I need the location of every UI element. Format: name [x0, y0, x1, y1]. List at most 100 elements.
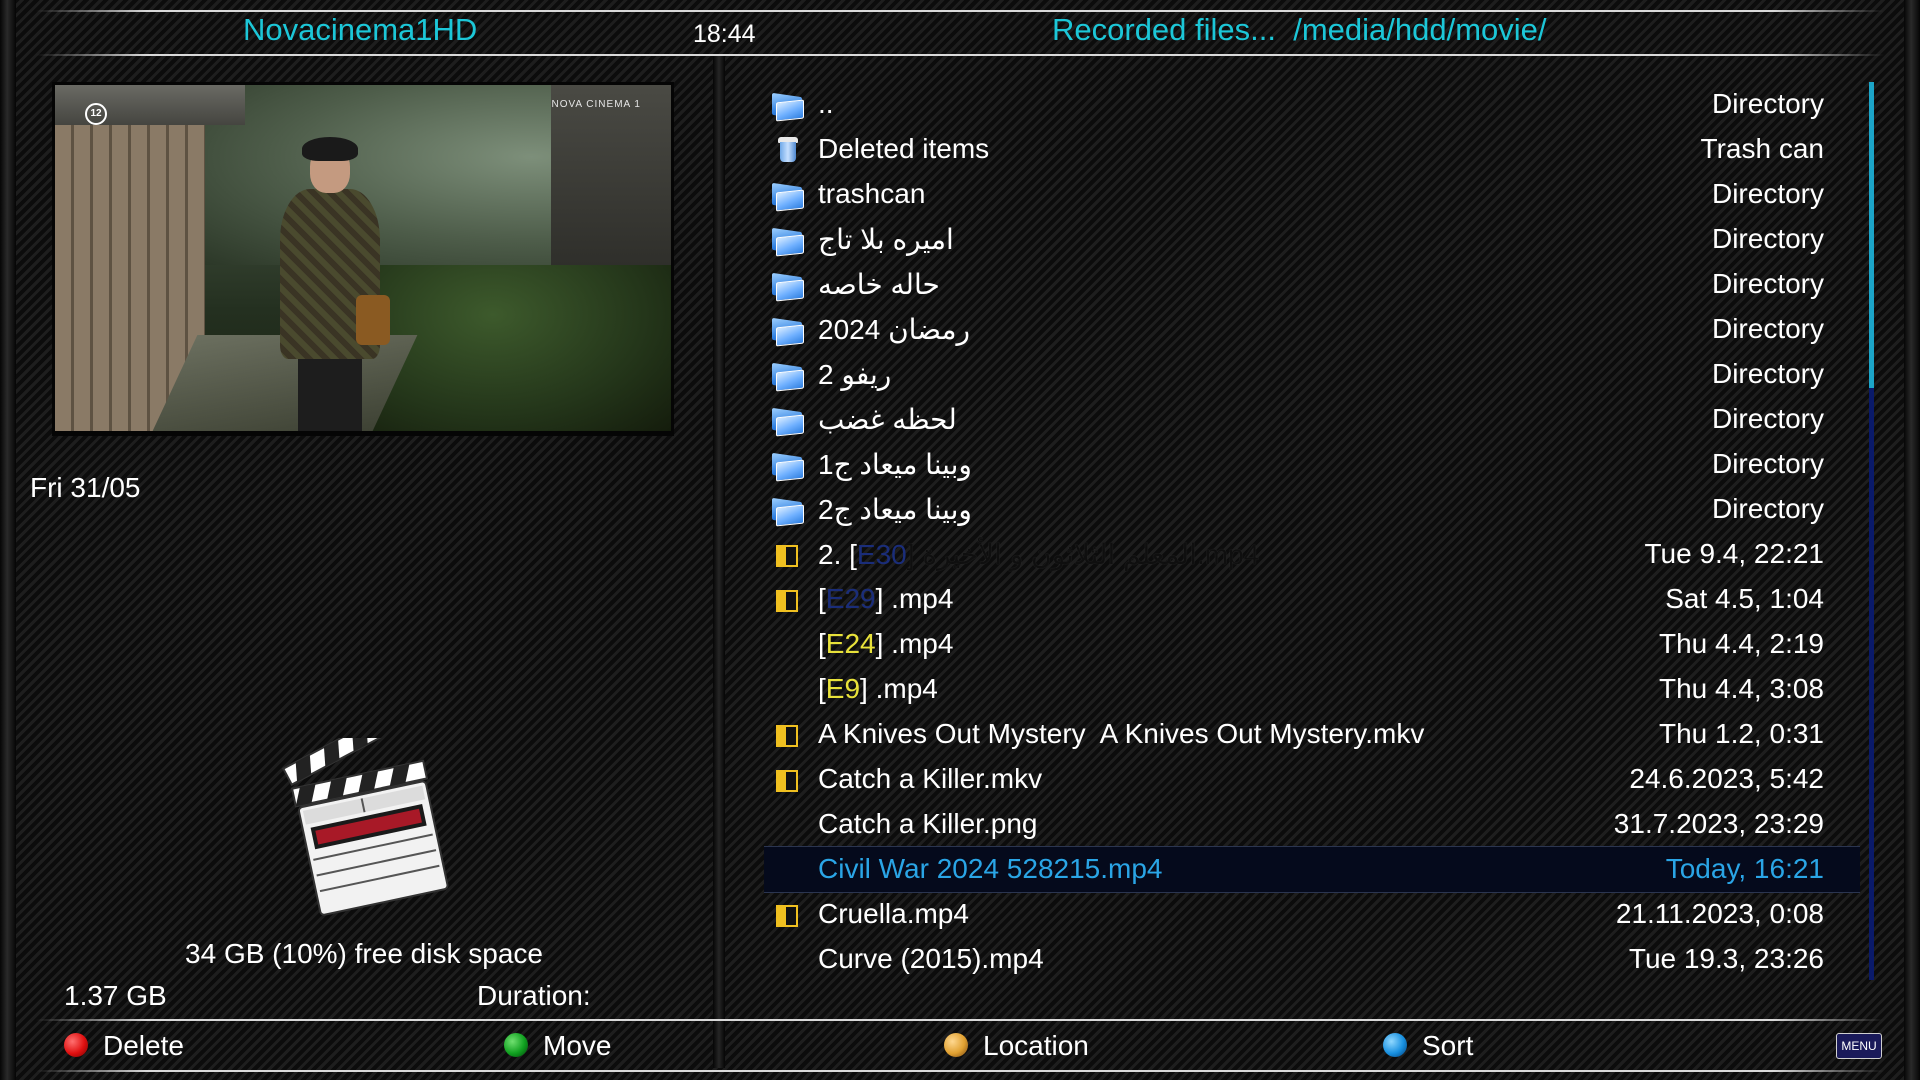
item-info: Thu 1.2, 0:31	[1658, 718, 1824, 749]
channel-logo: NOVA CINEMA 1	[551, 99, 641, 110]
episode-tag: E24	[825, 628, 876, 659]
item-info: Tue 19.3, 23:26	[1628, 943, 1824, 974]
list-item[interactable]: رمضان 2024 Directory	[764, 307, 1860, 352]
item-info: 31.7.2023, 23:29	[1613, 808, 1824, 839]
movie-browser-screen: Novacinema1HD 18:44 Recorded files... /m…	[0, 0, 1920, 1080]
item-name: trashcan	[818, 178, 926, 209]
item-name: Civil War 2024 528215.mp4	[818, 853, 1163, 884]
green-key-icon	[504, 1033, 528, 1057]
partially-watched-icon	[772, 901, 804, 929]
header-bottom-line	[36, 54, 1884, 56]
item-info: Directory	[1711, 493, 1824, 524]
item-name: لحظه غضب	[818, 404, 957, 435]
partially-watched-icon	[772, 766, 804, 794]
trash-icon	[772, 136, 804, 164]
footer-top-line	[36, 1019, 1884, 1021]
item-name: Deleted items	[818, 133, 990, 164]
list-item[interactable]: .. Directory	[764, 82, 1860, 127]
list-item[interactable]: حاله خاصه Directory	[764, 262, 1860, 307]
item-info: Tue 9.4, 22:21	[1644, 538, 1824, 569]
list-item[interactable]: ريفو 2 Directory	[764, 352, 1860, 397]
item-name: ..	[818, 88, 834, 119]
age-rating-badge: 12	[85, 103, 107, 125]
folder-icon	[772, 406, 804, 437]
list-item[interactable]: Catch a Killer.mkv 24.6.2023, 5:42	[764, 757, 1860, 802]
list-item[interactable]: Cruella.mp4 21.11.2023, 0:08	[764, 892, 1860, 937]
preview-person	[270, 137, 390, 431]
clapperboard-icon	[281, 738, 449, 916]
item-name: وبينا ميعاد ج2	[818, 494, 972, 525]
folder-icon	[772, 496, 804, 527]
red-key-icon	[64, 1033, 88, 1057]
item-name: وبينا ميعاد ج1	[818, 449, 972, 480]
folder-icon	[772, 226, 804, 257]
item-info: Trash can	[1700, 133, 1824, 164]
item-name: اميره بلا تاج	[818, 224, 954, 255]
yellow-key-icon	[944, 1033, 968, 1057]
item-name: ريفو 2	[818, 359, 892, 390]
list-item[interactable]: 2. [E30] المعلم الثلاثون و الأخيرة.mp4 T…	[764, 532, 1860, 577]
channel-name: Novacinema1HD	[243, 12, 478, 47]
list-item[interactable]: trashcan Directory	[764, 172, 1860, 217]
left-edge	[0, 0, 16, 1080]
list-item[interactable]: [E9] .mp4 Thu 4.4, 3:08	[764, 667, 1860, 712]
duration-label: Duration:	[477, 980, 591, 1011]
partially-watched-icon	[772, 586, 804, 614]
item-info: Today, 16:21	[1665, 853, 1824, 884]
list-item[interactable]: [E24] .mp4 Thu 4.4, 2:19	[764, 622, 1860, 667]
item-info: Directory	[1711, 88, 1824, 119]
current-date: Fri 31/05	[30, 472, 141, 503]
folder-icon	[772, 271, 804, 302]
list-item[interactable]: اميره بلا تاج Directory	[764, 217, 1860, 262]
list-item[interactable]: لحظه غضب Directory	[764, 397, 1860, 442]
item-name: [E29] .mp4	[818, 583, 954, 614]
item-info: Sat 4.5, 1:04	[1665, 583, 1824, 614]
item-info: 24.6.2023, 5:42	[1629, 763, 1824, 794]
partially-watched-icon	[772, 721, 804, 749]
item-name: [E24] .mp4	[818, 628, 954, 659]
scrollbar-thumb[interactable]	[1869, 82, 1874, 388]
list-item[interactable]: وبينا ميعاد ج1 Directory	[764, 442, 1860, 487]
file-size: 1.37 GB	[64, 980, 167, 1011]
list-item[interactable]: وبينا ميعاد ج2 Directory	[764, 487, 1860, 532]
menu-key-icon[interactable]: MENU	[1836, 1033, 1882, 1059]
clock: 18:44	[693, 20, 756, 48]
episode-tag: E9	[825, 673, 861, 704]
item-info: Directory	[1711, 358, 1824, 389]
item-info: Directory	[1711, 268, 1824, 299]
item-name: A Knives Out Mystery A Knives Out Myster…	[818, 718, 1425, 749]
live-tv-preview: 12 NOVA CINEMA 1	[55, 85, 671, 431]
column-divider	[713, 56, 725, 1068]
free-disk-space: 34 GB (10%) free disk space	[185, 938, 543, 969]
folder-icon	[772, 451, 804, 482]
folder-icon	[772, 361, 804, 392]
page-title: Recorded files... /media/hdd/movie/	[1052, 12, 1547, 47]
list-item[interactable]: Curve (2015).mp4 Tue 19.3, 23:26	[764, 937, 1860, 982]
folder-icon	[772, 91, 804, 122]
episode-tag: E29	[825, 583, 876, 614]
item-name: رمضان 2024	[818, 314, 970, 345]
item-info: Directory	[1711, 313, 1824, 344]
item-name: 2. [E30] المعلم الثلاثون و الأخيرة.mp4	[818, 539, 1260, 570]
item-info: Directory	[1711, 403, 1824, 434]
folder-icon	[772, 181, 804, 212]
item-name: حاله خاصه	[818, 269, 940, 300]
item-info: Directory	[1711, 448, 1824, 479]
right-edge	[1904, 0, 1920, 1080]
list-item[interactable]: A Knives Out Mystery A Knives Out Myster…	[764, 712, 1860, 757]
list-item[interactable]: Catch a Killer.png 31.7.2023, 23:29	[764, 802, 1860, 847]
list-item-selected[interactable]: Civil War 2024 528215.mp4 Today, 16:21	[764, 846, 1860, 893]
item-name: Cruella.mp4	[818, 898, 969, 929]
item-info: Thu 4.4, 2:19	[1658, 628, 1824, 659]
partially-watched-icon	[772, 541, 804, 569]
episode-tag: E30	[856, 539, 907, 570]
item-info: Thu 4.4, 3:08	[1658, 673, 1824, 704]
footer-bottom-line	[36, 1070, 1884, 1072]
item-name: Catch a Killer.png	[818, 808, 1038, 839]
item-name: [E9] .mp4	[818, 673, 938, 704]
list-item[interactable]: [E29] .mp4 Sat 4.5, 1:04	[764, 577, 1860, 622]
item-info: Directory	[1711, 223, 1824, 254]
blue-key-icon	[1383, 1033, 1407, 1057]
item-info: 21.11.2023, 0:08	[1615, 898, 1824, 929]
list-item[interactable]: Deleted items Trash can	[764, 127, 1860, 172]
